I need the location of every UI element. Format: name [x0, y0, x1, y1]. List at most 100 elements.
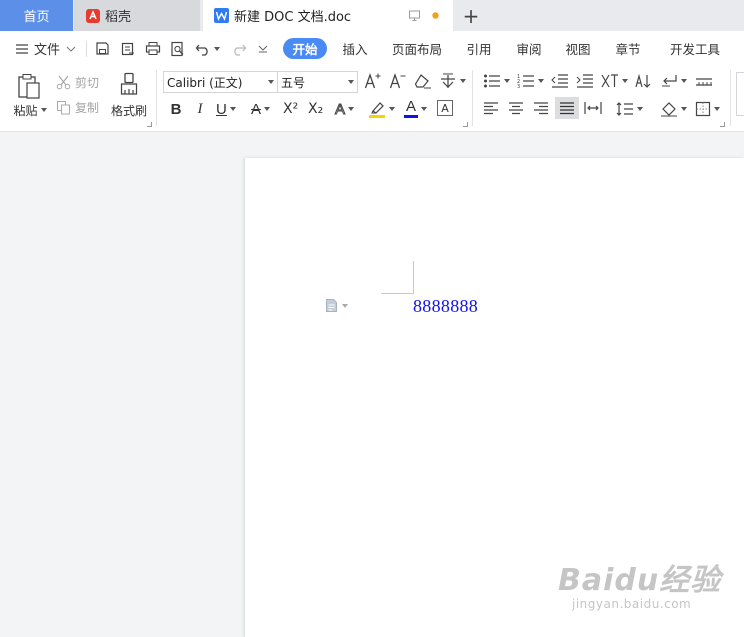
paste-label-button[interactable]: 粘贴	[12, 102, 48, 118]
redo-icon[interactable]	[231, 31, 247, 66]
highlighter-icon	[368, 100, 386, 118]
cut-label: 剪切	[75, 75, 100, 90]
align-center-icon[interactable]	[508, 101, 524, 115]
superscript-button[interactable]: X²	[283, 99, 298, 119]
new-tab-button[interactable]: +	[458, 3, 484, 29]
format-painter-label: 格式刷	[110, 103, 147, 118]
clipboard-icon	[17, 73, 41, 100]
window-restore-icon[interactable]	[408, 9, 421, 22]
daoke-logo-icon	[86, 8, 100, 23]
save-icon[interactable]	[95, 31, 110, 66]
text-effect-glyph: A	[334, 100, 346, 118]
line-spacing-icon[interactable]	[616, 101, 643, 117]
ribbon-separator	[472, 70, 473, 126]
font-color-button[interactable]: A	[404, 99, 427, 119]
bullet-list-icon[interactable]	[483, 73, 510, 89]
margin-corner-mark	[381, 293, 414, 294]
increase-indent-icon[interactable]	[576, 73, 594, 89]
cut-button[interactable]: 剪切	[56, 73, 99, 91]
shading-icon[interactable]	[660, 101, 687, 117]
tab-home[interactable]: 首页	[0, 0, 73, 31]
tab-review[interactable]: 审阅	[509, 38, 549, 59]
sort-icon[interactable]	[634, 73, 652, 89]
document-body-text[interactable]: 8888888	[413, 296, 478, 317]
clear-format-icon[interactable]	[414, 72, 432, 90]
title-tab-bar: 首页 稻壳 新建 DOC 文档.doc +	[0, 0, 744, 31]
tab-home-label: 首页	[23, 10, 50, 25]
underline-button[interactable]: U	[216, 99, 236, 119]
paintbrush-icon	[119, 72, 139, 98]
justify-icon[interactable]	[555, 97, 579, 119]
copy-icon	[56, 100, 71, 115]
tab-references[interactable]: 引用	[459, 38, 499, 59]
font-color-swatch: A	[404, 98, 418, 118]
copy-button[interactable]: 复制	[56, 98, 99, 116]
tab-document-label: 新建 DOC 文档.doc	[234, 10, 352, 25]
tab-chapter[interactable]: 章节	[608, 38, 648, 59]
decrease-indent-icon[interactable]	[551, 73, 569, 89]
wps-writer-icon	[214, 8, 229, 23]
align-right-icon[interactable]	[533, 101, 549, 115]
font-color-bar	[404, 115, 418, 118]
paste-label: 粘贴	[13, 103, 38, 118]
document-icon	[325, 298, 338, 313]
show-hide-marks-icon[interactable]	[660, 73, 687, 89]
file-menu-button[interactable]: 文件	[15, 31, 76, 66]
hamburger-icon	[15, 43, 29, 55]
subscript-button[interactable]: X₂	[308, 99, 323, 119]
highlight-color-button[interactable]	[368, 99, 395, 119]
borders-icon[interactable]	[695, 101, 720, 117]
align-left-icon[interactable]	[483, 101, 499, 115]
print-icon[interactable]	[145, 31, 161, 66]
paragraph-group-launcher[interactable]	[720, 122, 725, 127]
paste-button[interactable]	[12, 70, 46, 102]
menu-bar: 文件 开始 插入 页面布局 引用 审阅 视图 章节 开发工具	[0, 31, 744, 66]
paragraph-handle-caret	[342, 303, 348, 308]
paragraph-handle-button[interactable]	[325, 298, 348, 313]
format-painter-button[interactable]	[113, 70, 145, 100]
tab-document[interactable]: 新建 DOC 文档.doc	[203, 0, 453, 31]
bold-button[interactable]: B	[168, 99, 184, 119]
baidu-watermark: Baidu经验 jingyan.baidu.com	[558, 555, 721, 611]
unsaved-dot-icon	[432, 12, 439, 19]
distributed-align-icon[interactable]	[584, 101, 602, 115]
italic-button[interactable]: I	[193, 99, 207, 119]
font-color-glyph: A	[405, 98, 416, 115]
export-pdf-icon[interactable]	[120, 31, 136, 66]
tab-view[interactable]: 视图	[558, 38, 598, 59]
file-menu-label: 文件	[34, 43, 61, 58]
undo-icon[interactable]	[195, 31, 220, 66]
grow-font-icon[interactable]	[364, 72, 382, 90]
underline-glyph: U	[216, 100, 227, 118]
ribbon-separator	[156, 70, 157, 126]
quick-access-chevron-icon[interactable]	[258, 31, 268, 66]
tab-daoke[interactable]: 稻壳	[74, 0, 200, 31]
text-effect-button[interactable]: A	[334, 99, 355, 119]
pinyin-guide-icon[interactable]	[439, 72, 466, 90]
watermark-main: Baidu经验	[558, 563, 722, 598]
clipboard-group-launcher[interactable]	[147, 122, 152, 127]
tab-developer[interactable]: 开发工具	[664, 38, 726, 59]
font-size-select[interactable]: 五号	[277, 71, 358, 93]
ribbon-toolbar: 粘贴 剪切 复制 格式刷 Calibri (正文) 五号 B I U A X² …	[0, 66, 744, 132]
font-group-launcher[interactable]	[463, 122, 468, 127]
margin-corner-mark	[413, 261, 414, 294]
tab-insert[interactable]: 插入	[335, 38, 375, 59]
chinese-layout-icon[interactable]	[601, 73, 628, 89]
font-size-value: 五号	[281, 75, 306, 90]
shrink-font-icon[interactable]	[389, 72, 407, 90]
watermark-url: jingyan.baidu.com	[572, 597, 692, 611]
tab-page-layout[interactable]: 页面布局	[387, 38, 447, 59]
scissors-icon	[56, 75, 71, 90]
print-preview-icon[interactable]	[170, 31, 186, 66]
menu-divider	[86, 41, 87, 57]
character-spacing-icon[interactable]	[695, 73, 713, 89]
numbered-list-icon[interactable]: 123	[517, 73, 544, 89]
character-border-button[interactable]: A	[437, 100, 453, 116]
styles-gallery[interactable]	[736, 72, 744, 116]
font-name-select[interactable]: Calibri (正文)	[163, 71, 278, 93]
strikethrough-glyph: A	[251, 100, 262, 118]
tab-start[interactable]: 开始	[283, 38, 327, 59]
chevron-down-icon	[66, 46, 76, 52]
strikethrough-button[interactable]: A	[251, 99, 271, 119]
